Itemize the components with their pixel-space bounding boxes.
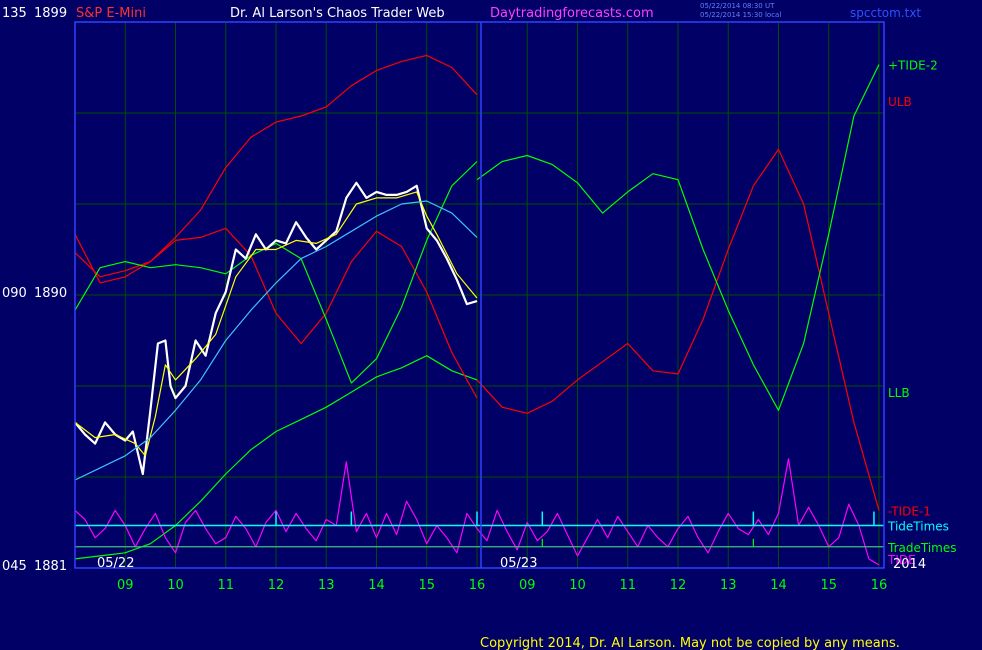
y-top-code: 135 — [2, 6, 27, 21]
x-tick-label: 13 — [720, 578, 737, 593]
x-tick-label: 09 — [519, 578, 536, 593]
x-tick-label: 11 — [619, 578, 636, 593]
x-tick-label: 09 — [117, 578, 134, 593]
x-tick-label: 15 — [418, 578, 435, 593]
series-layer — [74, 54, 884, 566]
y-bottom-label: 1881 — [34, 559, 67, 574]
y-mid-label: 1890 — [34, 286, 67, 301]
timestamp-ut: 05/22/2014 08:30 UT — [700, 2, 775, 10]
x-tick-labels: 09 10 11 12 13 14 15 16 09 10 11 12 13 14 15 16 — [117, 578, 887, 593]
x-tick-label: 14 — [368, 578, 385, 593]
year-label: 2014 — [893, 557, 926, 572]
x-tick-label: 10 — [569, 578, 586, 593]
x-tick-label: 14 — [770, 578, 787, 593]
right-label: +TIDE-2 — [888, 58, 938, 72]
chart-canvas: 135 1899 S&P E-Mini Dr. Al Larson's Chao… — [2, 2, 956, 650]
instrument-label: S&P E-Mini — [76, 6, 146, 21]
right-label: ULB — [888, 95, 912, 109]
data-file-name: spcctom.txt — [850, 6, 921, 20]
y-mid-code: 090 — [2, 286, 27, 301]
x-tick-label: 11 — [217, 578, 234, 593]
site-link[interactable]: Daytradingforecasts.com — [490, 6, 654, 21]
x-tick-label: 16 — [871, 578, 888, 593]
right-labels: +TIDE-2ULBLLB-TIDE-1TideTimesTradeTimesT… — [887, 58, 956, 572]
grid — [75, 22, 884, 568]
right-label: LLB — [888, 386, 910, 400]
date-label-1: 05/22 — [97, 556, 134, 571]
chart-title: Dr. Al Larson's Chaos Trader Web — [230, 6, 445, 21]
x-tick-label: 15 — [820, 578, 837, 593]
timestamp-local: 05/22/2014 15:30 local — [700, 11, 781, 19]
x-tick-label: 10 — [167, 578, 184, 593]
copyright-notice: Copyright 2014, Dr. Al Larson. May not b… — [480, 636, 900, 650]
x-tick-label: 12 — [268, 578, 285, 593]
x-tick-label: 13 — [318, 578, 335, 593]
x-tick-label: 16 — [469, 578, 486, 593]
x-tick-label: 12 — [670, 578, 687, 593]
right-label: TideTimes — [887, 520, 949, 534]
y-top-label: 1899 — [34, 6, 67, 21]
y-bottom-code: 045 — [2, 559, 27, 574]
right-label: -TIDE-1 — [888, 504, 931, 518]
date-label-2: 05/23 — [500, 556, 537, 571]
